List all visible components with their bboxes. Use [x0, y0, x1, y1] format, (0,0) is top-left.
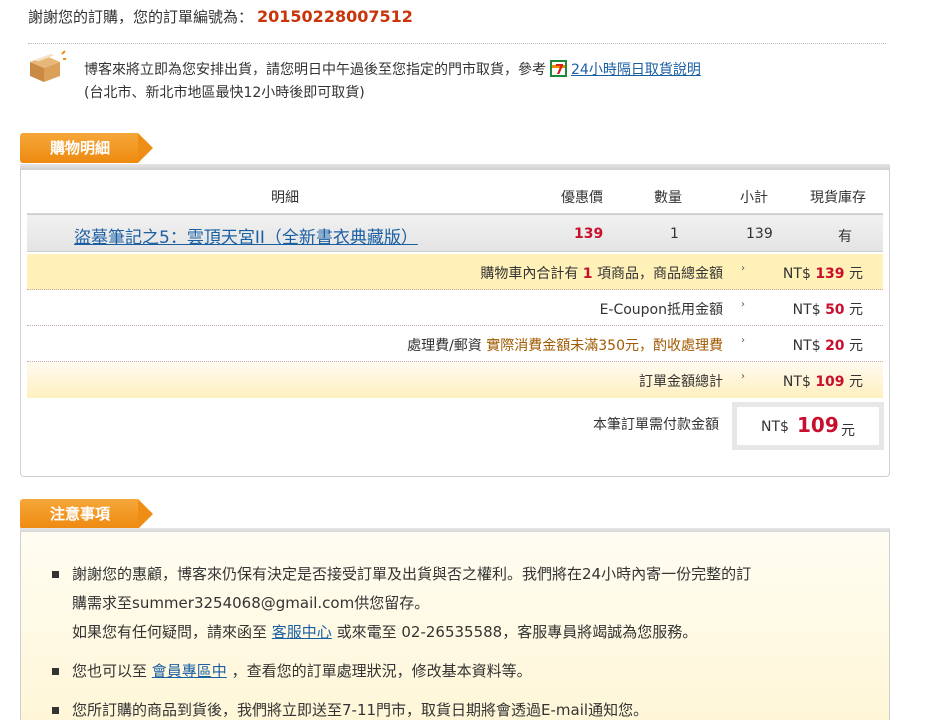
arrow-icon: › [741, 335, 745, 346]
col-price: 優惠價 [561, 190, 603, 206]
tab-arrow-shape [138, 499, 153, 529]
fee-amount: NT$ 20 元 [792, 338, 863, 354]
list-item: 謝謝您的惠顧，博客來仍保有決定是否接受訂單及出貨與否之權利。我們將在24小時內寄… [52, 560, 852, 647]
arrow-icon: › [741, 371, 745, 382]
member-area-link[interactable]: 會員專區中 [152, 662, 227, 680]
col-stock: 現貨庫存 [810, 190, 866, 206]
seven-eleven-icon [550, 59, 567, 82]
shipping-line2: (台北市、新北市地區最快12小時後即可取貨) [84, 85, 365, 101]
payment-due-box: NT$ 109 元 [732, 402, 884, 450]
product-subtotal: 139 [746, 226, 773, 242]
coupon-amount: NT$ 50 元 [792, 302, 863, 318]
order-number: 20150228007512 [257, 7, 413, 26]
cart-total-amount: NT$ 139 元 [782, 266, 863, 282]
product-link[interactable]: 盜墓筆記之5：雲頂天宮II（全新書衣典藏版） [74, 223, 418, 248]
coupon-row: E-Coupon抵用金額 › NT$ 50 元 [27, 290, 883, 326]
cart-total-row: 購物車內合計有 1 項商品，商品總金額 › NT$ 139 元 [27, 254, 883, 290]
section-title-notes: 注意事項 [20, 499, 138, 529]
header-divider [28, 43, 886, 44]
payment-due-label: 本筆訂單需付款金額 [593, 417, 719, 433]
col-detail: 明細 [271, 190, 299, 206]
table-header: 明細 優惠價 數量 小計 現貨庫存 [27, 178, 883, 214]
shipping-info: 博客來將立即為您安排出貨，請您明日中午過後至您指定的門市取貨，參考 24小時隔日取… [84, 59, 701, 105]
section-title-detail: 購物明細 [20, 133, 138, 163]
pickup-guide-link[interactable]: 24小時隔日取貨說明 [571, 62, 701, 78]
list-item: 您也可以至 會員專區中 ，查看您的訂單處理狀況，修改基本資料等。 [52, 657, 852, 686]
fee-row: 處理費/郵資 實際消費金額未滿350元，酌收處理費 › NT$ 20 元 [27, 326, 883, 362]
package-icon [30, 50, 66, 82]
fee-note: 實際消費金額未滿350元，酌收處理費 [486, 338, 723, 354]
payment-unit: 元 [841, 423, 855, 439]
fee-label: 處理費/郵資 實際消費金額未滿350元，酌收處理費 [407, 338, 723, 354]
payment-due-amount: 109 [797, 413, 839, 437]
tab-arrow-shape [138, 133, 153, 163]
product-stock: 有 [838, 229, 852, 245]
shipping-line1: 博客來將立即為您安排出貨，請您明日中午過後至您指定的門市取貨，參考 [84, 62, 546, 78]
table-row: 盜墓筆記之5：雲頂天宮II（全新書衣典藏版） 139 1 139 有 [27, 214, 883, 252]
arrow-icon: › [741, 299, 745, 310]
col-subtotal: 小計 [740, 190, 768, 206]
customer-service-link[interactable]: 客服中心 [272, 623, 332, 641]
order-detail-panel: 明細 優惠價 數量 小計 現貨庫存 盜墓筆記之5：雲頂天宮II（全新書衣典藏版）… [20, 170, 890, 477]
order-header: 謝謝您的訂購，您的訂單編號為： 20150228007512 [28, 6, 413, 27]
order-thanks-text: 謝謝您的訂購，您的訂單編號為： [28, 8, 254, 26]
order-total-amount: NT$ 109 元 [782, 374, 863, 390]
notes-list: 謝謝您的惠顧，博客來仍保有決定是否接受訂單及出貨與否之權利。我們將在24小時內寄… [52, 560, 852, 720]
col-qty: 數量 [654, 190, 682, 206]
product-qty: 1 [670, 226, 679, 242]
product-price: 139 [574, 226, 604, 242]
order-total-label: 訂單金額總計 [639, 374, 723, 390]
coupon-label: E-Coupon抵用金額 [599, 302, 723, 318]
arrow-icon: › [741, 263, 745, 274]
cart-total-label: 購物車內合計有 1 項商品，商品總金額 [480, 266, 723, 282]
payment-currency: NT$ [761, 419, 789, 435]
order-total-row: 訂單金額總計 › NT$ 109 元 [27, 362, 883, 398]
cart-item-count: 1 [582, 266, 593, 282]
list-item: 您所訂購的商品到貨後，我們將立即送至7-11門市，取貨日期將會透過E-mail通… [52, 696, 852, 720]
